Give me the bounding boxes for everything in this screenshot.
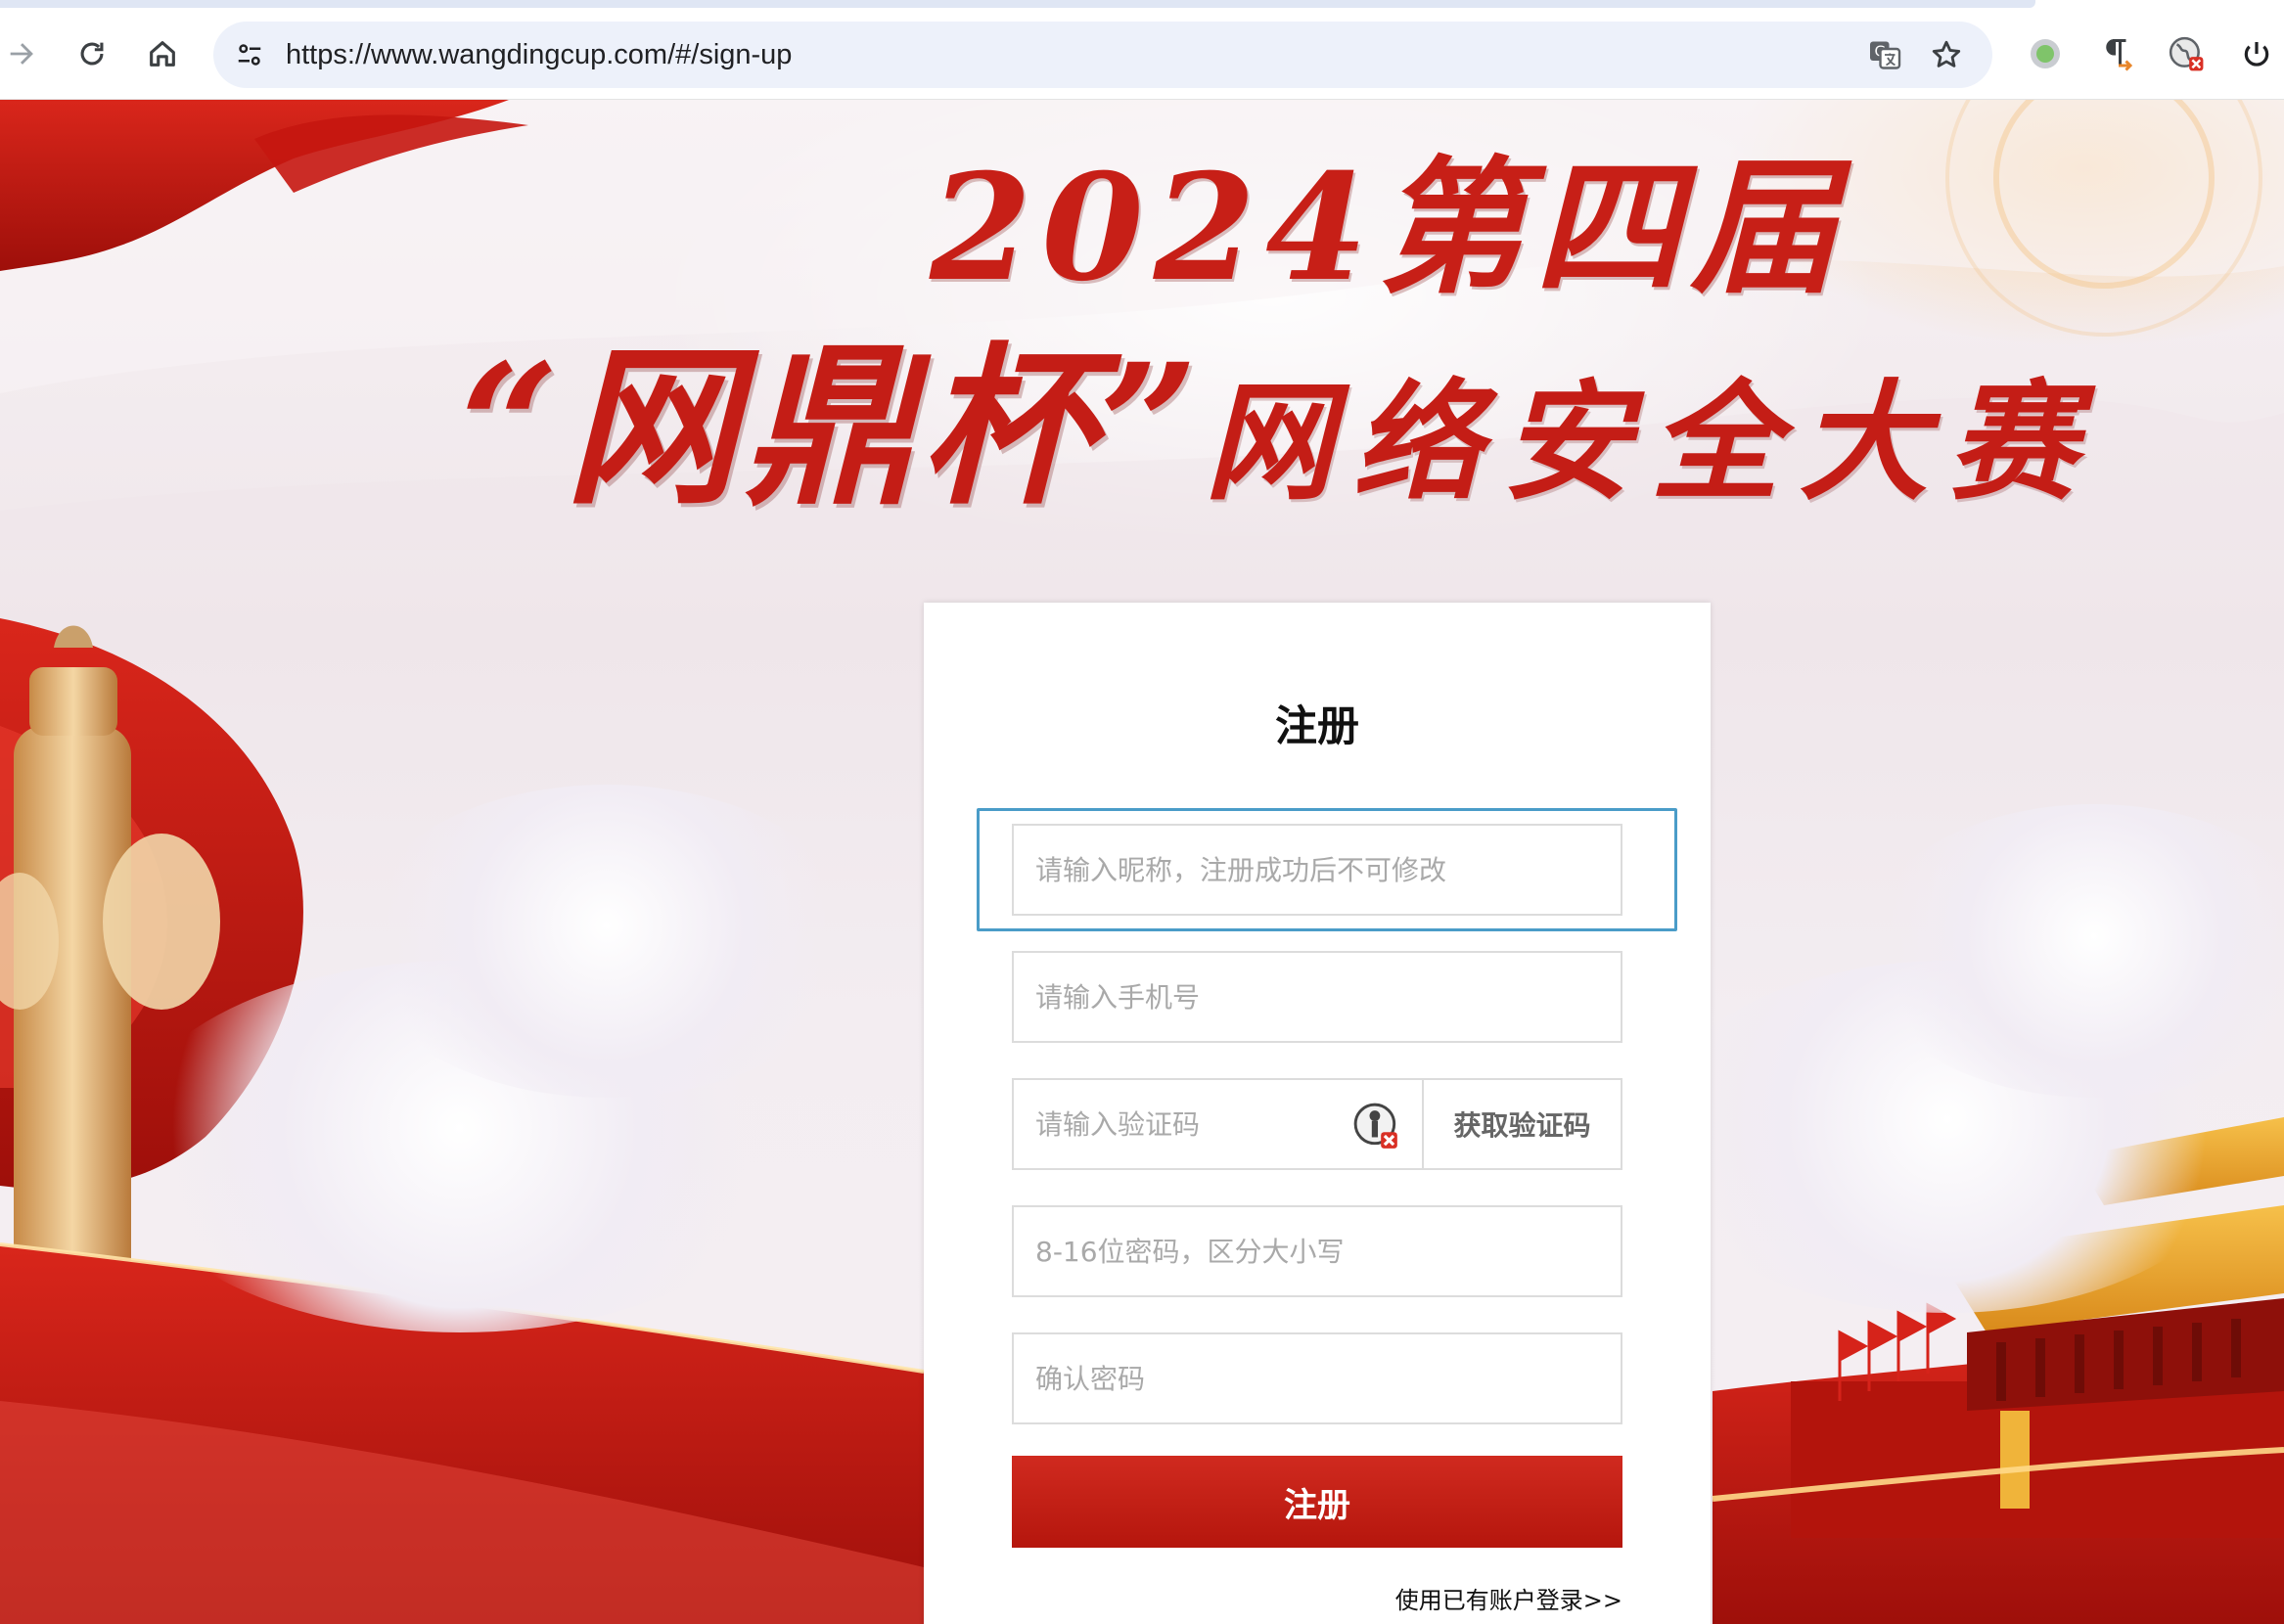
reload-icon[interactable] (63, 8, 121, 100)
existing-account-login-link[interactable]: 使用已有账户登录>> (1395, 1581, 1622, 1615)
verification-code-field[interactable]: 获取验证码 (1012, 1078, 1622, 1170)
banner-cup-name: “网鼎杯” (460, 326, 1205, 528)
password-input[interactable] (1014, 1207, 1621, 1295)
confirm-password-input[interactable] (1014, 1334, 1621, 1422)
cloud (352, 785, 861, 1098)
extension-globe-icon[interactable] (2164, 31, 2209, 76)
nickname-input[interactable] (1014, 826, 1621, 914)
nickname-field[interactable] (1012, 824, 1622, 916)
banner-subtitle: 网络安全大赛 (1204, 367, 2097, 519)
signup-page: 2024第四届 “网鼎杯”网络安全大赛 注册 获取验证码 注册 使用已有账户登录… (0, 100, 2284, 1624)
address-bar[interactable]: https://www.wangdingcup.com/#/sign-up G (213, 22, 1992, 88)
url-text[interactable]: https://www.wangdingcup.com/#/sign-up (286, 22, 792, 88)
banner-title-line2: “网鼎杯”网络安全大赛 (460, 288, 2182, 528)
browser-toolbar: https://www.wangdingcup.com/#/sign-up G (0, 8, 2284, 100)
bookmark-star-icon[interactable] (1924, 32, 1969, 77)
banner-title-line1: 2024第四届 (930, 142, 1848, 314)
active-tab-edge (0, 0, 2035, 8)
extension-green-dot-icon[interactable] (2023, 31, 2068, 76)
signup-submit-button[interactable]: 注册 (1012, 1456, 1622, 1548)
extension-pilcrow-icon[interactable] (2093, 31, 2138, 76)
phone-input[interactable] (1014, 953, 1621, 1041)
home-icon[interactable] (133, 8, 192, 100)
confirm-password-field[interactable] (1012, 1332, 1622, 1424)
forward-icon[interactable] (0, 8, 51, 100)
power-icon[interactable] (2234, 31, 2279, 76)
signup-title: 注册 (1275, 702, 1359, 751)
signup-card: 注册 获取验证码 注册 使用已有账户登录>> (924, 603, 1711, 1624)
translate-icon[interactable]: G (1862, 32, 1907, 77)
get-code-button[interactable]: 获取验证码 (1424, 1080, 1621, 1168)
phone-field[interactable] (1012, 951, 1622, 1043)
password-manager-icon[interactable] (1352, 1102, 1401, 1150)
site-settings-icon[interactable] (227, 32, 272, 77)
password-field[interactable] (1012, 1205, 1622, 1297)
